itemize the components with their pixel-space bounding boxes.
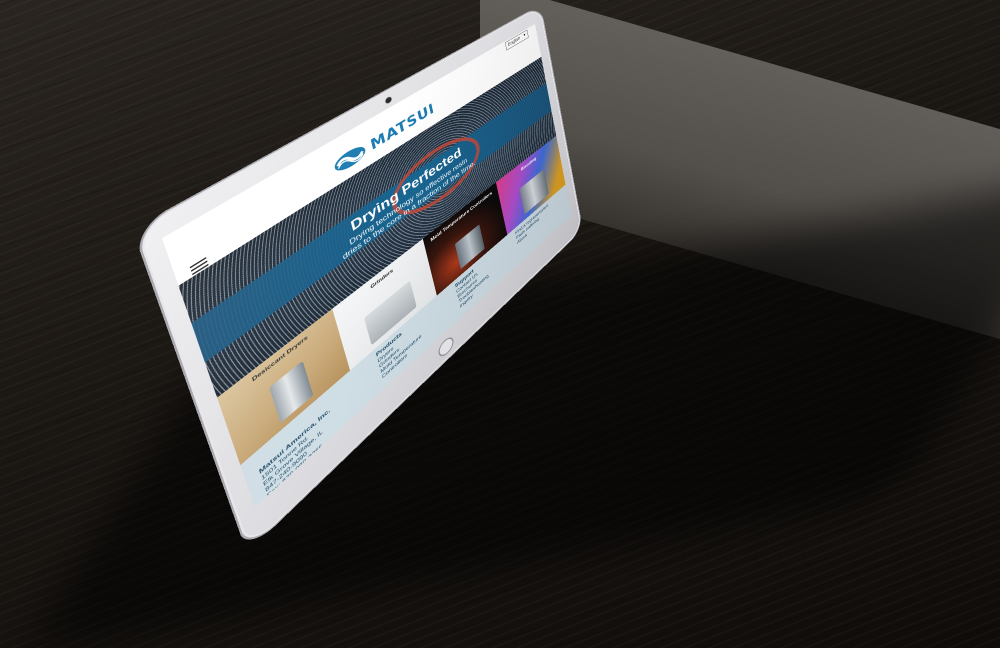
desk-scene: English ▼ MATSUI Drying Perfected Drying… xyxy=(0,0,1000,648)
camera-icon xyxy=(385,96,392,105)
